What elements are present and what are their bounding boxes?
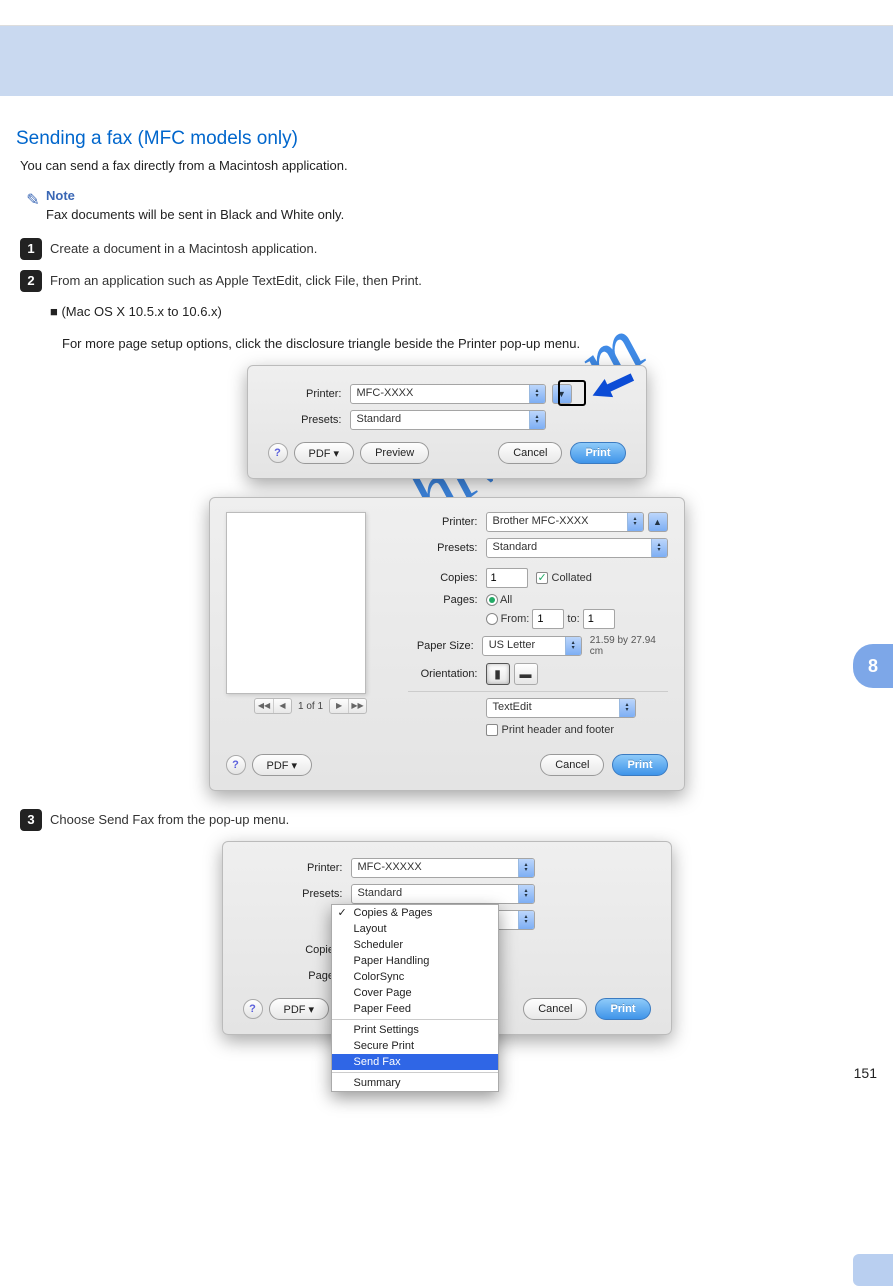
page-banner bbox=[0, 26, 893, 96]
intro-text: You can send a fax directly from a Macin… bbox=[20, 156, 883, 176]
os-version-bullet: ■ (Mac OS X 10.5.x to 10.6.x) bbox=[50, 302, 883, 322]
page-number: 151 bbox=[854, 1065, 877, 1081]
header-footer-checkbox[interactable] bbox=[486, 724, 498, 736]
step-1-text: Create a document in a Macintosh applica… bbox=[50, 238, 317, 260]
printer-select[interactable]: MFC-XXXX bbox=[350, 384, 546, 404]
collated-checkbox[interactable] bbox=[536, 572, 548, 584]
cancel-button[interactable]: Cancel bbox=[523, 998, 587, 1020]
print-dialog-popup: Printer: MFC-XXXXX Presets: Standard Cop… bbox=[222, 841, 672, 1035]
highlight-expand bbox=[558, 380, 586, 406]
papersize-dimensions: 21.59 by 27.94 cm bbox=[590, 635, 668, 657]
help-button[interactable]: ? bbox=[268, 443, 288, 463]
cancel-button[interactable]: Cancel bbox=[540, 754, 604, 776]
papersize-select[interactable]: US Letter bbox=[482, 636, 582, 656]
printer-label: Printer: bbox=[243, 862, 343, 874]
papersize-label: Paper Size: bbox=[408, 640, 474, 652]
collated-label: Collated bbox=[552, 572, 592, 584]
print-button[interactable]: Print bbox=[612, 754, 667, 776]
app-options-select[interactable]: TextEdit bbox=[486, 698, 636, 718]
pages-all-label: All bbox=[500, 594, 512, 606]
pointer-arrow-icon bbox=[586, 364, 641, 414]
orientation-portrait[interactable]: ▮ bbox=[486, 663, 510, 685]
options-dropdown[interactable]: Copies & Pages Layout Scheduler Paper Ha… bbox=[331, 904, 499, 1092]
help-button[interactable]: ? bbox=[226, 755, 246, 775]
pdf-button[interactable]: PDF ▾ bbox=[294, 442, 355, 464]
header-footer-label: Print header and footer bbox=[502, 724, 615, 736]
pdf-button[interactable]: PDF ▾ bbox=[269, 998, 330, 1020]
printer-select[interactable]: Brother MFC-XXXX bbox=[486, 512, 644, 532]
menu-secure-print[interactable]: Secure Print bbox=[332, 1038, 498, 1054]
menu-cover-page[interactable]: Cover Page bbox=[332, 985, 498, 1001]
step-2: 2 From an application such as Apple Text… bbox=[20, 270, 883, 292]
pager-text: 1 of 1 bbox=[298, 701, 323, 712]
menu-layout[interactable]: Layout bbox=[332, 921, 498, 937]
note-box: ✎ Note Fax documents will be sent in Bla… bbox=[20, 188, 873, 225]
preview-button[interactable]: Preview bbox=[360, 442, 429, 464]
to-input[interactable] bbox=[583, 609, 615, 629]
step-2-number: 2 bbox=[20, 270, 42, 292]
printer-label: Printer: bbox=[408, 516, 478, 528]
copies-label: Copies: bbox=[243, 944, 343, 956]
print-dialog-expanded: ◀◀◀ 1 of 1 ▶▶▶ Printer: Brother MFC-XXXX… bbox=[209, 497, 685, 791]
page-content: manualshive.com Sending a fax (MFC model… bbox=[0, 96, 893, 1093]
print-button[interactable]: Print bbox=[595, 998, 650, 1020]
pager-next-group[interactable]: ▶▶▶ bbox=[329, 698, 367, 714]
menu-copies-pages[interactable]: Copies & Pages bbox=[332, 905, 498, 921]
page-pager: ◀◀◀ 1 of 1 ▶▶▶ bbox=[226, 698, 396, 714]
presets-select[interactable]: Standard bbox=[350, 410, 546, 430]
presets-label: Presets: bbox=[408, 542, 478, 554]
to-label: to: bbox=[567, 613, 579, 625]
menu-paper-handling[interactable]: Paper Handling bbox=[332, 953, 498, 969]
print-dialog-collapsed: Printer: MFC-XXXX ▼ Presets: Standard ? … bbox=[247, 365, 647, 479]
step-3-number: 3 bbox=[20, 809, 42, 831]
presets-select[interactable]: Standard bbox=[351, 884, 535, 904]
print-button[interactable]: Print bbox=[570, 442, 625, 464]
side-tab-chapter: 8 bbox=[853, 644, 893, 688]
menu-summary[interactable]: Summary bbox=[332, 1075, 498, 1091]
note-icon: ✎ bbox=[20, 188, 46, 225]
step-3-text: Choose Send Fax from the pop-up menu. bbox=[50, 809, 289, 831]
pages-all-radio[interactable] bbox=[486, 594, 498, 606]
menu-scheduler[interactable]: Scheduler bbox=[332, 937, 498, 953]
collapse-button[interactable]: ▲ bbox=[648, 512, 668, 532]
page-preview bbox=[226, 512, 366, 694]
pages-from-radio[interactable] bbox=[486, 613, 498, 625]
printer-label: Printer: bbox=[268, 388, 342, 400]
presets-select[interactable]: Standard bbox=[486, 538, 668, 558]
from-input[interactable] bbox=[532, 609, 564, 629]
orientation-landscape[interactable]: ▬ bbox=[514, 663, 538, 685]
pages-label: Pages: bbox=[243, 970, 343, 982]
presets-label: Presets: bbox=[268, 414, 342, 426]
side-tab-bottom bbox=[853, 1254, 893, 1286]
step-3: 3 Choose Send Fax from the pop-up menu. bbox=[20, 809, 883, 831]
top-bar bbox=[0, 0, 893, 26]
pages-label: Pages: bbox=[408, 594, 478, 606]
step-1-number: 1 bbox=[20, 238, 42, 260]
menu-paper-feed[interactable]: Paper Feed bbox=[332, 1001, 498, 1017]
expand-hint: For more page setup options, click the d… bbox=[62, 334, 883, 354]
cancel-button[interactable]: Cancel bbox=[498, 442, 562, 464]
note-label: Note bbox=[46, 188, 873, 203]
step-1: 1 Create a document in a Macintosh appli… bbox=[20, 238, 883, 260]
printer-select[interactable]: MFC-XXXXX bbox=[351, 858, 535, 878]
help-button[interactable]: ? bbox=[243, 999, 263, 1019]
menu-colorsync[interactable]: ColorSync bbox=[332, 969, 498, 985]
pdf-button[interactable]: PDF ▾ bbox=[252, 754, 313, 776]
menu-send-fax[interactable]: Send Fax bbox=[332, 1054, 498, 1070]
menu-print-settings[interactable]: Print Settings bbox=[332, 1022, 498, 1038]
copies-label: Copies: bbox=[408, 572, 478, 584]
orientation-label: Orientation: bbox=[408, 668, 478, 680]
copies-input[interactable] bbox=[486, 568, 528, 588]
from-label: From: bbox=[501, 613, 530, 625]
presets-label: Presets: bbox=[243, 888, 343, 900]
note-text: Fax documents will be sent in Black and … bbox=[46, 205, 873, 225]
pager-prev-group[interactable]: ◀◀◀ bbox=[254, 698, 292, 714]
section-title: Sending a fax (MFC models only) bbox=[16, 128, 883, 150]
step-2-text: From an application such as Apple TextEd… bbox=[50, 270, 422, 292]
